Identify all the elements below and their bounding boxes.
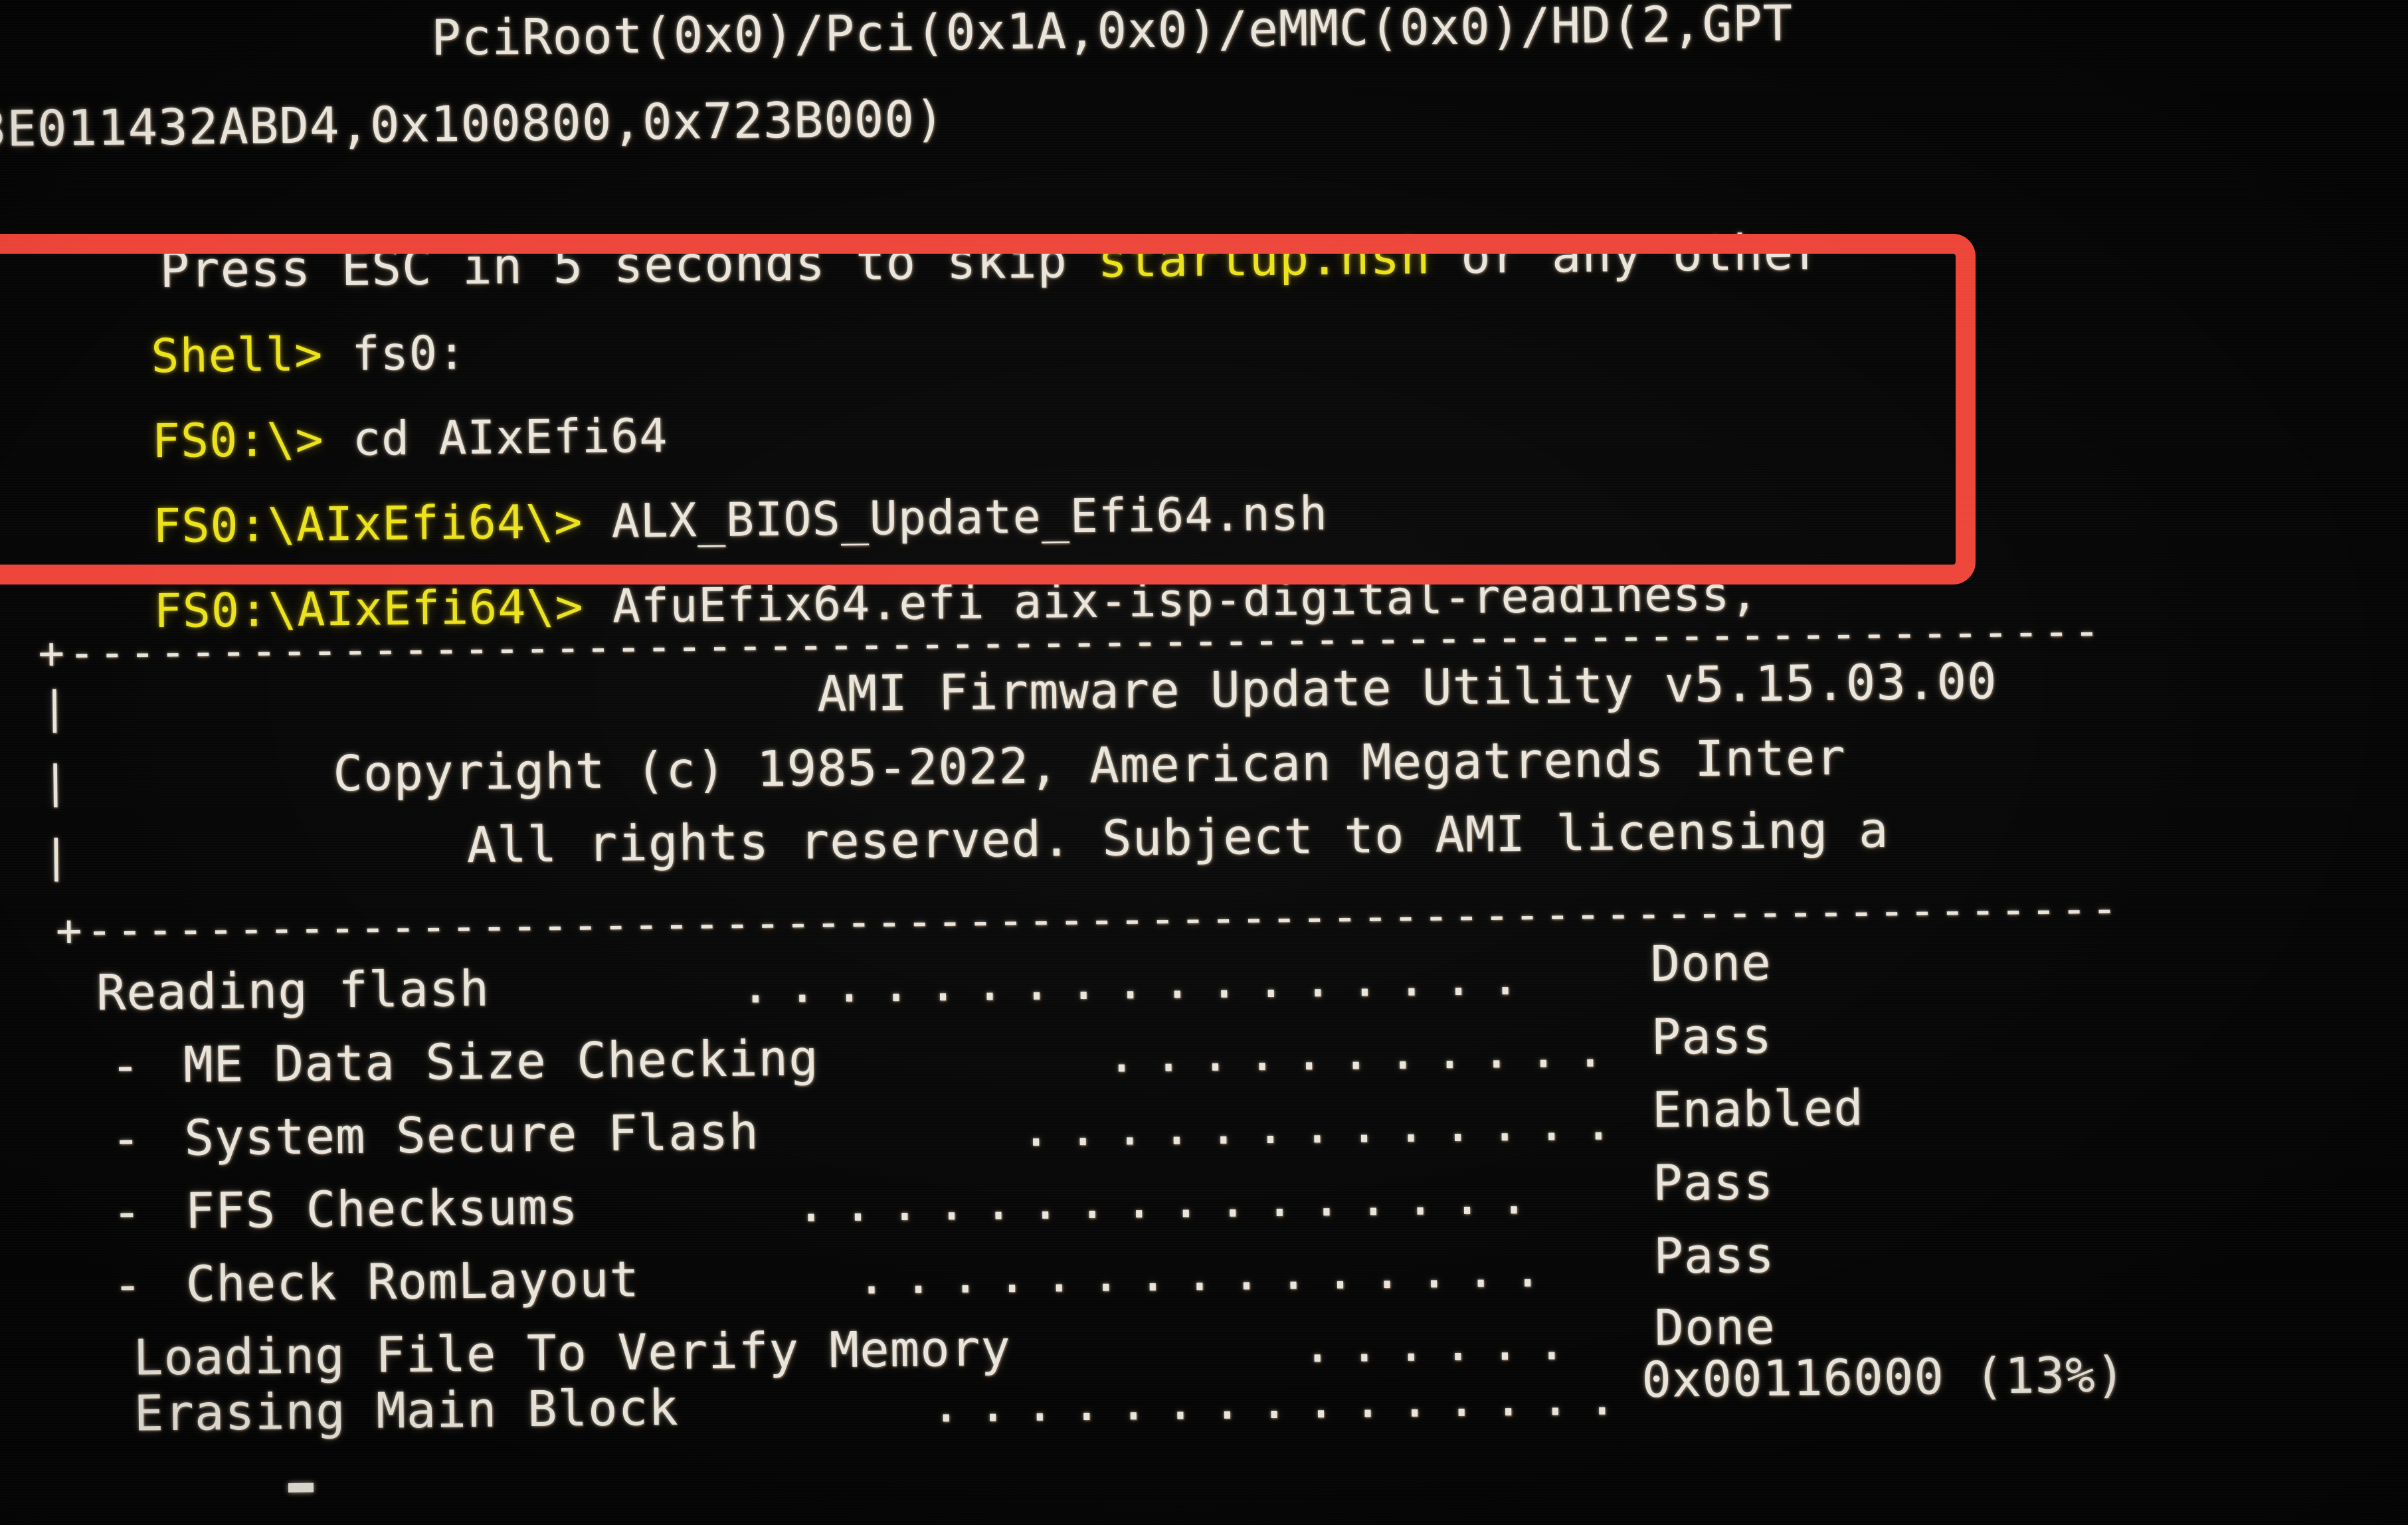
banner-edge-2: | [42,756,70,808]
progress-row-value-0: Done [1650,934,1772,993]
progress-row-bullet-4: - [112,1256,143,1314]
progress-row-label-3: FFS Checksums [185,1178,579,1240]
banner-license: All rights reserved. Subject to AMI lice… [466,801,1889,875]
progress-row-dots-4: ............... [856,1241,1560,1306]
banner-copyright: Copyright (c) 1985-2022, American Megatr… [332,729,1847,803]
progress-row-dots-1: ........... [1106,1021,1623,1084]
progress-row-dots-5: ...... [1302,1313,1584,1374]
banner-edge-1: | [41,681,69,734]
progress-row-dots-2: ............. [1020,1094,1631,1158]
banner-title: AMI Firmware Update Utility v5.15.03.00 [816,653,1998,723]
progress-row-bullet-1: - [110,1037,141,1095]
cursor-block-icon [288,1482,314,1493]
progress-row-label-4: Check RomLayout [185,1251,640,1313]
progress-row-label-1: ME Data Size Checking [183,1030,820,1094]
progress-row-dots-6: ............... [931,1369,1635,1434]
progress-row-dots-0: ................. [740,948,1538,1015]
startup-nsh-filename: startup.nsh [1097,228,1432,289]
progress-row-label-0: Reading flash [96,960,490,1022]
progress-row-value-6: 0x00116000 (13%) [1641,1346,2126,1409]
progress-row-value-3: Pass [1652,1153,1774,1212]
monitor-screen: PciRoot(0x0)/Pci(0x1A,0x0)/eMMC(0x0)/HD(… [0,0,2408,1525]
progress-row-bullet-2: - [110,1110,142,1168]
device-path-line-2: 3E011432ABD4,0x100800,0x723B000) [0,90,945,159]
banner-rule-bottom: +---------------------------------------… [55,883,2122,956]
progress-row-dots-3: ................ [795,1168,1546,1233]
progress-row-value-5: Done [1654,1298,1776,1357]
progress-row-label-6: Erasing Main Block [134,1379,680,1443]
console-text-area: PciRoot(0x0)/Pci(0x1A,0x0)/eMMC(0x0)/HD(… [0,0,2408,1525]
banner-edge-3: | [43,830,70,883]
progress-row-value-2: Enabled [1651,1079,1865,1139]
progress-row-label-2: System Secure Flash [183,1103,760,1167]
esc-prompt-suffix: or any other [1430,223,1825,286]
device-path-line-1: PciRoot(0x0)/Pci(0x1A,0x0)/eMMC(0x0)/HD(… [430,0,1794,67]
progress-row-label-5: Loading File To Verify Memory [133,1320,1012,1387]
progress-row-value-1: Pass [1651,1007,1773,1066]
progress-row-value-4: Pass [1653,1226,1776,1285]
progress-row-bullet-3: - [112,1183,143,1241]
